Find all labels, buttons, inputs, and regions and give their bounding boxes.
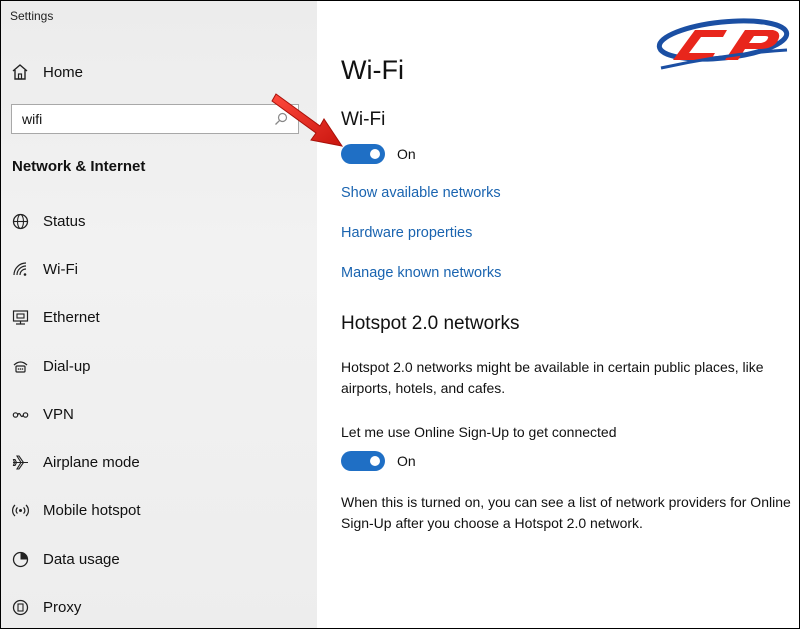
sidebar-item-wifi[interactable]: Wi-Fi: [11, 245, 311, 293]
sidebar-item-label: Ethernet: [43, 309, 100, 327]
sidebar-item-label: Wi-Fi: [43, 260, 78, 278]
vpn-icon: [11, 405, 29, 423]
wifi-icon: [11, 260, 29, 278]
proxy-icon: [11, 599, 29, 617]
app-title: Settings: [10, 9, 54, 23]
sidebar-item-dialup[interactable]: Dial-up: [11, 342, 311, 390]
page-title: Wi-Fi: [341, 55, 404, 85]
home-button[interactable]: Home: [11, 63, 83, 81]
dialup-icon: [11, 357, 29, 375]
sidebar-item-proxy[interactable]: Proxy: [11, 583, 311, 631]
online-signup-toggle-state: On: [397, 453, 416, 469]
online-signup-description: When this is turned on, you can see a li…: [341, 494, 791, 531]
sidebar-item-label: Airplane mode: [43, 454, 140, 472]
hotspot-description: Hotspot 2.0 networks might be available …: [341, 359, 764, 396]
search-value[interactable]: wifi: [22, 111, 274, 127]
sidebar-item-label: Proxy: [43, 599, 82, 617]
search-input[interactable]: wifi: [11, 104, 299, 134]
brand-logo: [656, 18, 790, 70]
sidebar-nav: Status Wi-Fi Ethernet Dial-up VPN Airpla…: [11, 197, 311, 632]
hardware-properties-link[interactable]: Hardware properties: [341, 225, 472, 241]
sidebar-item-mobile-hotspot[interactable]: Mobile hotspot: [11, 487, 311, 535]
globe-icon: [11, 212, 29, 230]
data-usage-icon: [11, 550, 29, 568]
toggle-knob: [370, 456, 380, 466]
hotspot-icon: [11, 502, 29, 520]
sidebar-item-label: Status: [43, 212, 86, 230]
wifi-toggle-state: On: [397, 146, 416, 162]
annotation-arrow-icon: [271, 93, 344, 147]
manage-known-networks-link[interactable]: Manage known networks: [341, 265, 501, 281]
sidebar-item-label: Mobile hotspot: [43, 502, 141, 520]
hotspot-section-title: Hotspot 2.0 networks: [341, 313, 520, 334]
sidebar-item-vpn[interactable]: VPN: [11, 390, 311, 438]
sidebar-item-label: VPN: [43, 405, 74, 423]
sidebar-item-label: Dial-up: [43, 357, 91, 375]
main-content: Wi-Fi Wi-Fi On Show available networks H…: [317, 1, 799, 628]
sidebar-item-status[interactable]: Status: [11, 197, 311, 245]
airplane-icon: [11, 454, 29, 472]
sidebar-item-airplane-mode[interactable]: Airplane mode: [11, 438, 311, 486]
show-available-networks-link[interactable]: Show available networks: [341, 185, 501, 201]
sidebar-item-label: Data usage: [43, 550, 120, 568]
online-signup-toggle[interactable]: [341, 451, 385, 471]
home-label: Home: [43, 63, 84, 81]
toggle-knob: [370, 149, 380, 159]
sidebar-item-data-usage[interactable]: Data usage: [11, 535, 311, 583]
ethernet-icon: [11, 309, 29, 327]
section-title: Network & Internet: [12, 158, 146, 175]
sidebar-item-ethernet[interactable]: Ethernet: [11, 294, 311, 342]
online-signup-label: Let me use Online Sign-Up to get connect…: [341, 424, 617, 440]
home-icon: [12, 64, 28, 80]
